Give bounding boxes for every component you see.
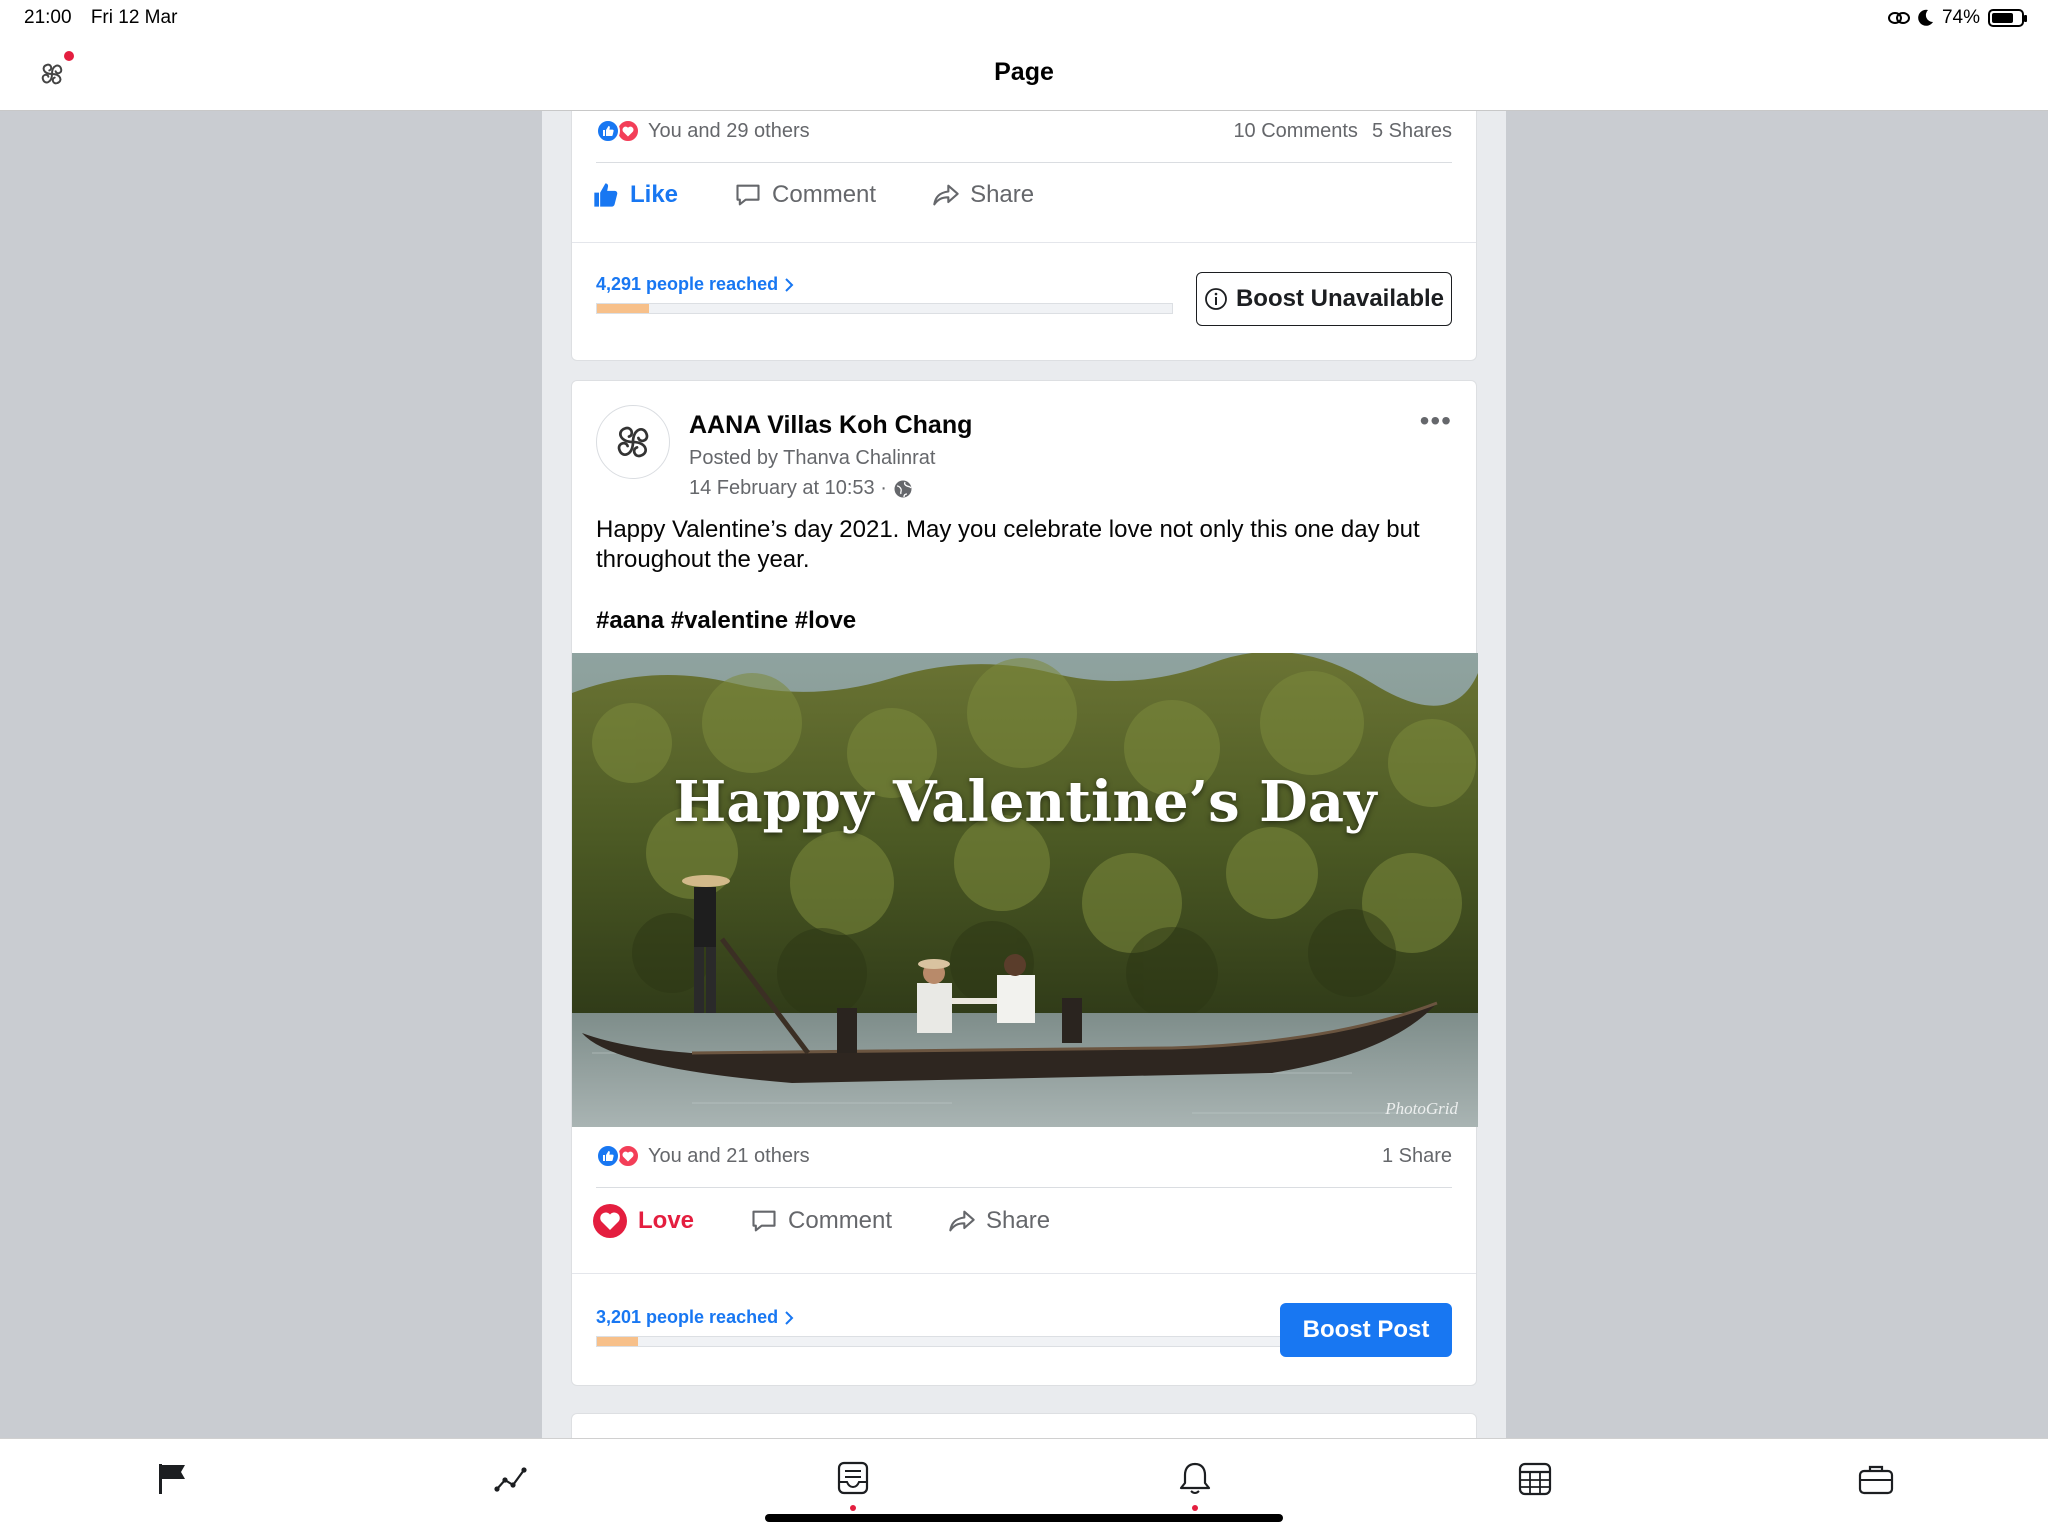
post-actions: Like Comment Share [592, 175, 1090, 215]
post-actions: Love Comment Share [592, 1201, 1106, 1241]
battery-percent: 74% [1941, 7, 1980, 28]
divider [572, 1273, 1476, 1274]
tab-calendar[interactable] [1511, 1455, 1559, 1503]
chevron-right-icon [785, 277, 794, 292]
moon-icon [1918, 9, 1933, 26]
home-indicator[interactable] [765, 1514, 1283, 1522]
people-reached-link[interactable]: 3,201 people reached [596, 1307, 794, 1328]
status-time: 21:00 [24, 7, 72, 28]
reach-progress-bar [596, 1336, 1284, 1347]
notification-dot [850, 1505, 856, 1511]
comment-label: Comment [772, 181, 877, 208]
reaction-count-text: You and 21 others [648, 1144, 810, 1167]
battery-icon [1988, 9, 2027, 27]
tab-page[interactable] [148, 1455, 196, 1503]
share-label: Share [970, 181, 1035, 208]
share-icon [949, 1210, 975, 1232]
reach-progress-fill [597, 304, 649, 313]
love-icon [593, 1204, 627, 1238]
shares-count[interactable]: 5 Shares [1372, 120, 1452, 143]
boost-unavailable-label: Boost Unavailable [1235, 285, 1445, 312]
info-icon [1205, 288, 1227, 310]
boost-post-button[interactable]: Boost Post [1280, 1303, 1452, 1357]
aana-logo-icon [617, 426, 649, 458]
comment-icon [752, 1210, 776, 1232]
love-label: Love [638, 1207, 695, 1234]
reactions-summary[interactable]: You and 21 others 1 Share [596, 1141, 1452, 1171]
reach-progress-bar [596, 303, 1173, 314]
like-label: Like [630, 181, 679, 208]
status-bar-right: 74% [1887, 6, 2027, 30]
photo-caption: Happy Valentine’s Day [673, 769, 1377, 835]
post-date-text: 14 February at 10:53 · [689, 477, 887, 499]
flag-icon [159, 1464, 185, 1494]
bell-icon [1179, 1462, 1211, 1494]
more-options-icon[interactable]: ••• [1420, 407, 1452, 435]
comments-count[interactable]: 10 Comments [1233, 120, 1358, 143]
reaction-icons [596, 1144, 640, 1168]
boost-unavailable-button[interactable]: Boost Unavailable [1196, 272, 1452, 326]
share-icon [933, 184, 959, 206]
love-button[interactable]: Love [592, 1203, 694, 1239]
comment-button[interactable]: Comment [750, 1207, 892, 1235]
posted-by: Posted by Thanva Chalinrat [689, 447, 936, 469]
reach-progress-fill [597, 1337, 639, 1346]
tab-tools[interactable] [1852, 1455, 1900, 1503]
post-hashtags[interactable]: #aana #valentine #love [596, 607, 856, 635]
reaction-count-text: You and 29 others [648, 119, 810, 142]
page-title: Page [994, 58, 1054, 86]
like-reaction-icon [596, 119, 620, 143]
screen-mirroring-icon [1887, 12, 1910, 24]
people-reached-text: 3,201 people reached [596, 1307, 779, 1327]
reactions-summary[interactable]: You and 29 others 10 Comments 5 Shares [596, 116, 1452, 146]
people-reached-text: 4,291 people reached [596, 274, 779, 294]
reaction-icons [596, 119, 640, 143]
tab-notifications[interactable] [1171, 1455, 1219, 1511]
status-date: Fri 12 Mar [90, 7, 178, 28]
post-photo[interactable]: Happy Valentine’s Day PhotoGrid [572, 653, 1478, 1127]
thumbs-up-icon [594, 183, 618, 207]
tab-insights[interactable] [488, 1455, 536, 1503]
post-timestamp[interactable]: 14 February at 10:53 · [689, 477, 913, 500]
battery-level [1992, 13, 2013, 23]
people-reached-link[interactable]: 4,291 people reached [596, 274, 794, 295]
tab-inbox[interactable] [829, 1455, 877, 1511]
shares-count[interactable]: 1 Share [1382, 1145, 1452, 1168]
globe-icon [894, 480, 912, 497]
comment-button[interactable]: Comment [734, 181, 876, 209]
post-text: Happy Valentine’s day 2021. May you cele… [596, 516, 1420, 573]
calendar-icon [1518, 1462, 1552, 1496]
share-label: Share [986, 1207, 1051, 1234]
like-button[interactable]: Like [592, 181, 678, 209]
notification-dot [1192, 1505, 1198, 1511]
share-button[interactable]: Share [948, 1207, 1050, 1235]
inbox-icon [837, 1461, 869, 1495]
divider [596, 162, 1452, 163]
share-button[interactable]: Share [932, 181, 1034, 209]
post-card: You and 29 others 10 Comments 5 Shares L… [571, 111, 1477, 361]
page-avatar[interactable] [596, 405, 670, 479]
insights-icon [494, 1467, 527, 1492]
briefcase-icon [1858, 1465, 1894, 1495]
like-reaction-icon [596, 1144, 620, 1168]
valentine-boat-photo [572, 653, 1478, 1127]
comment-icon [736, 184, 760, 206]
post-card: AANA Villas Koh Chang Posted by Thanva C… [571, 380, 1478, 1386]
post-card [571, 1413, 1477, 1438]
photo-watermark: PhotoGrid [1385, 1099, 1458, 1118]
chevron-right-icon [785, 1310, 794, 1325]
top-bar: 21:00 Fri 12 Mar 74% Page [0, 0, 2048, 111]
divider [572, 242, 1476, 243]
feed[interactable]: You and 29 others 10 Comments 5 Shares L… [542, 111, 1506, 1438]
comment-label: Comment [788, 1207, 893, 1234]
page-name[interactable]: AANA Villas Koh Chang [689, 411, 972, 440]
divider [596, 1187, 1452, 1188]
status-bar-left: 21:00 Fri 12 Mar [24, 7, 191, 29]
